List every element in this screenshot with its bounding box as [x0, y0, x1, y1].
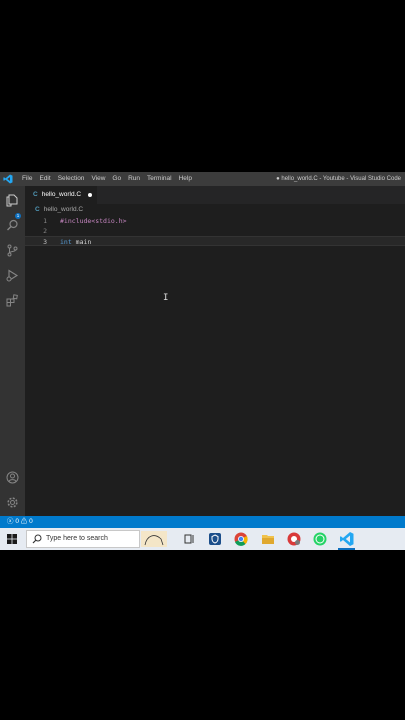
settings-gear-icon[interactable]	[6, 496, 19, 509]
breadcrumb[interactable]: Chello_world.C	[35, 206, 83, 213]
search-icon[interactable]	[6, 219, 19, 232]
vscode-window: File Edit Selection View Go Run Terminal…	[0, 172, 405, 528]
code-line-current[interactable]: 3 int main	[25, 236, 405, 246]
windows-taskbar: Type here to search	[0, 528, 405, 550]
error-icon: ⓧ	[7, 518, 14, 525]
c-file-icon: C	[35, 206, 40, 213]
warning-count: 0	[29, 518, 33, 525]
file-explorer-icon[interactable]	[260, 531, 276, 547]
tab-label: hello_world.C	[41, 191, 82, 198]
security-app-icon[interactable]	[207, 531, 223, 547]
problems-indicator[interactable]: ⓧ 0 ⚠ 0	[7, 516, 33, 528]
account-icon[interactable]	[6, 471, 19, 484]
window-title: ● hello_world.C - Youtube - Visual Studi…	[276, 176, 401, 182]
search-highlight-icon	[141, 531, 167, 547]
code-text: int main	[60, 237, 91, 247]
c-file-icon: C	[33, 191, 38, 198]
unsaved-dot-icon[interactable]	[88, 193, 92, 197]
code-line[interactable]: 2	[25, 226, 405, 236]
menu-bar: File Edit Selection View Go Run Terminal…	[22, 172, 199, 186]
task-view-icon[interactable]	[181, 531, 197, 547]
line-number: 2	[43, 227, 47, 235]
taskbar-search-box[interactable]: Type here to search	[26, 530, 167, 548]
title-bar: File Edit Selection View Go Run Terminal…	[0, 172, 405, 186]
code-line[interactable]: 1 #include<stdio.h>	[25, 216, 405, 226]
menu-selection[interactable]: Selection	[58, 172, 85, 186]
editor-tabs: Chello_world.C	[25, 186, 405, 204]
text-cursor-icon: I	[163, 293, 169, 303]
code-editor[interactable]: 1 #include<stdio.h> 2 3 int main	[25, 216, 405, 516]
breadcrumb-filename: hello_world.C	[43, 206, 84, 213]
chrome-icon[interactable]	[233, 531, 249, 547]
active-app-indicator	[338, 548, 355, 550]
tab-hello-world[interactable]: Chello_world.C	[25, 186, 97, 204]
menu-terminal[interactable]: Terminal	[147, 172, 172, 186]
error-count: 0	[15, 518, 19, 525]
menu-file[interactable]: File	[22, 172, 32, 186]
search-icon	[32, 534, 42, 544]
line-number: 3	[43, 238, 47, 246]
search-placeholder: Type here to search	[46, 535, 108, 542]
code-text: #include<stdio.h>	[60, 217, 127, 225]
whatsapp-icon[interactable]	[312, 531, 328, 547]
menu-go[interactable]: Go	[112, 172, 121, 186]
menu-run[interactable]: Run	[128, 172, 140, 186]
activity-bar: 1	[0, 186, 25, 516]
source-control-icon[interactable]	[6, 244, 19, 257]
menu-help[interactable]: Help	[179, 172, 192, 186]
warning-icon: ⚠	[20, 518, 28, 525]
status-bar: ⓧ 0 ⚠ 0	[0, 516, 405, 528]
explorer-icon[interactable]	[6, 194, 19, 207]
vscode-logo-icon	[3, 174, 13, 184]
menu-view[interactable]: View	[91, 172, 105, 186]
identifier-token: main	[71, 238, 92, 246]
run-debug-icon[interactable]	[6, 269, 19, 282]
extensions-icon[interactable]	[6, 294, 19, 307]
red-app-icon[interactable]	[286, 531, 302, 547]
vscode-icon[interactable]	[339, 531, 355, 547]
line-number: 1	[43, 217, 47, 225]
keyword-token: int	[60, 238, 72, 246]
windows-start-icon[interactable]	[4, 531, 20, 547]
menu-edit[interactable]: Edit	[39, 172, 50, 186]
